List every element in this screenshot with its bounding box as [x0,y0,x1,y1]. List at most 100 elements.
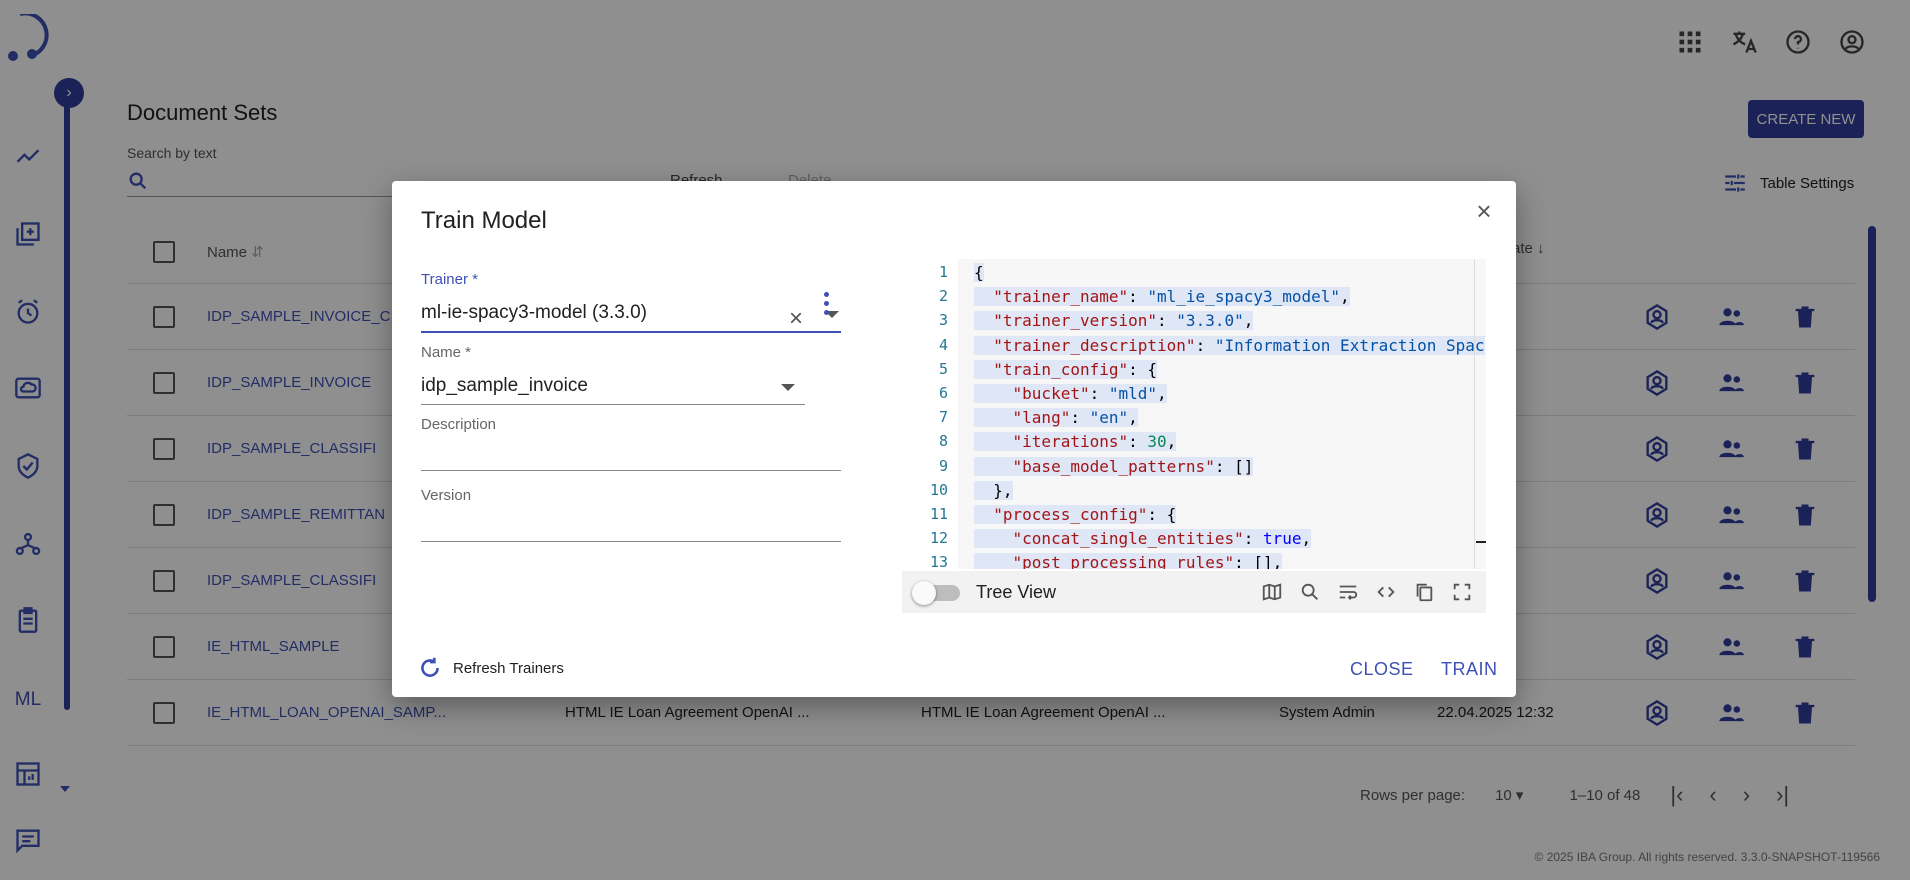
code-token: : [], [1234,553,1283,569]
line-number: 8 [938,432,948,451]
code-token: "train_config" [993,359,1129,379]
name-dropdown-icon[interactable] [781,384,795,391]
line-number: 2 [938,287,948,306]
code-token: "trainer_version" [993,311,1158,331]
code-token: { [974,263,984,282]
code-token [974,456,1013,476]
close-icon[interactable]: × [1470,196,1498,226]
code-token: "en" [1089,408,1129,428]
line-number: 12 [929,529,948,548]
code-token: , [1340,287,1350,307]
trainer-label: Trainer * [421,271,478,288]
editor-scrollbar-edge [1474,259,1475,569]
code-token: "trainer_name" [993,287,1129,307]
code-token: "3.3.0" [1176,311,1244,331]
refresh-icon [421,657,439,677]
description-field[interactable]: Description [421,416,841,472]
refresh-trainers-button[interactable]: Refresh Trainers [417,655,564,681]
close-button[interactable]: CLOSE [1350,659,1414,680]
refresh-trainers-label: Refresh Trainers [453,659,564,677]
code-token: : [] [1214,456,1254,476]
code-line: "bucket": "mld", [974,384,1167,403]
code-token: , [1243,311,1254,331]
line-number: 13 [929,553,948,569]
name-underline [421,404,805,405]
trainer-select[interactable]: Trainer * ml-ie-spacy3-model (3.3.0) × [421,271,841,333]
version-underline [421,541,841,542]
description-underline [421,470,841,471]
code-token: "iterations" [1012,432,1129,452]
line-number: 11 [929,505,948,523]
search-code-icon[interactable] [1298,579,1322,605]
code-line: }, [974,480,1013,500]
code-token: : [1128,432,1148,452]
line-number: 10 [929,480,948,499]
code-token: : { [1147,505,1177,524]
code-token: : [1157,311,1177,331]
code-token: "ml_ie_spacy3_model" [1147,287,1341,307]
tree-view-toggle-knob[interactable] [912,581,936,605]
code-token [974,311,994,331]
code-token: , [1301,529,1312,549]
name-label: Name * [421,344,472,361]
code-token: : [1128,287,1148,307]
code-line: { [974,263,984,282]
fullscreen-icon[interactable] [1450,579,1474,605]
train-model-dialog: Train Model × Trainer * ml-ie-spacy3-mod… [392,181,1516,697]
code-icon[interactable] [1374,579,1398,605]
code-token: "lang" [1012,408,1071,428]
tree-view-label: Tree View [976,582,1057,602]
code-token: "post_processing_rules" [1012,553,1235,569]
line-number: 5 [938,359,948,378]
dialog-title: Train Model [421,207,547,234]
code-token: : [1089,384,1109,403]
line-number: 4 [938,335,948,354]
code-token: "base_model_patterns" [1012,456,1215,476]
editor-toolbar: Tree View [902,571,1486,613]
name-value: idp_sample_invoice [421,375,588,396]
code-token: true [1262,529,1302,549]
clear-icon[interactable]: × [789,305,803,333]
code-token [974,553,1013,569]
version-label: Version [421,487,472,504]
code-token: , [1157,384,1167,403]
code-token: "trainer_description" [993,335,1196,355]
code-line: "trainer_description": "Information Extr… [974,335,1485,355]
code-token [974,408,1013,428]
code-token: "bucket" [1012,384,1090,403]
code-line: "iterations": 30, [974,432,1177,452]
code-token: , [1166,432,1177,452]
json-config-editor[interactable]: 1 2 3 4 5 6 7 8 9 10 11 12 13{ "trainer_name": "ml_i… [902,259,1486,569]
map-icon[interactable] [1260,579,1284,605]
line-number: 9 [938,456,948,475]
code-token: : [1243,529,1263,549]
more-options-icon[interactable] [824,292,829,315]
code-line: "trainer_version": "3.3.0", [974,311,1254,331]
code-line: "post_processing_rules": [], [974,553,1283,569]
description-label: Description [421,416,497,433]
editor-cursor [1476,541,1486,543]
code-token [974,359,994,379]
line-number: 3 [938,311,948,330]
code-token: "Information Extraction Spac [1214,335,1485,355]
code-token: 30 [1147,432,1167,452]
code-line: "base_model_patterns": [] [974,456,1254,476]
wrap-text-icon[interactable] [1336,579,1360,605]
code-token [974,384,1013,403]
code-line: "train_config": { [974,359,1158,379]
code-token [974,505,994,524]
code-token: : [1195,335,1215,355]
train-button[interactable]: TRAIN [1441,659,1498,680]
code-token: , [1128,408,1138,428]
code-line: "lang": "en", [974,408,1138,428]
code-token: "mld" [1108,384,1158,403]
copy-icon[interactable] [1412,579,1436,605]
code-token [974,529,1013,549]
code-token: : [1070,408,1090,428]
version-field[interactable]: Version [421,487,841,543]
code-token [974,432,1013,452]
code-token: "concat_single_entities" [1012,529,1244,549]
code-token: }, [974,480,1013,500]
code-token: : { [1128,359,1158,379]
name-select[interactable]: Name * idp_sample_invoice [421,344,805,405]
